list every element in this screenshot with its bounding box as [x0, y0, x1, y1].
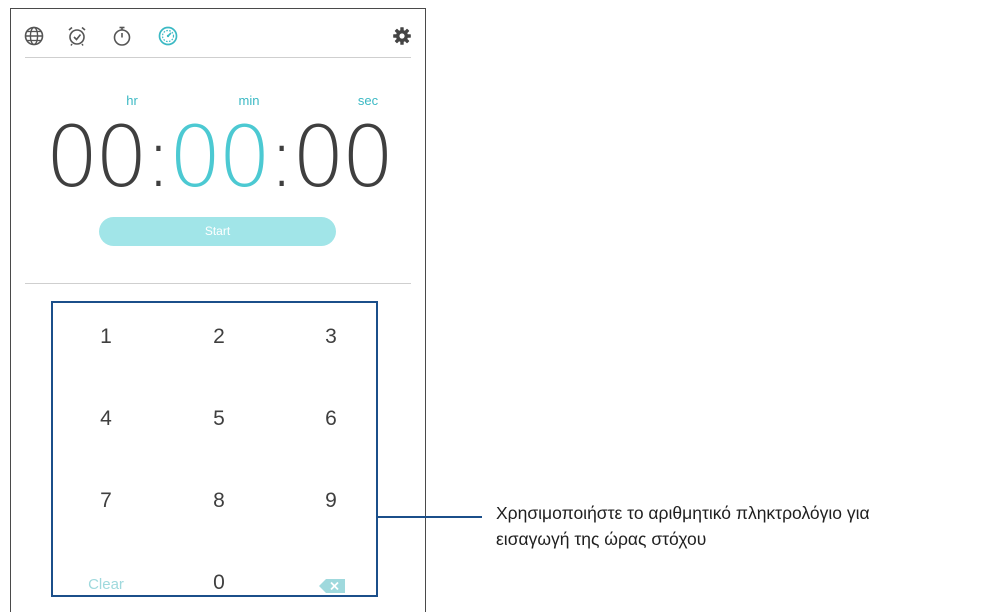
alarm-clock-icon[interactable]	[66, 25, 88, 47]
key-5[interactable]: 5	[179, 399, 259, 439]
key-0[interactable]: 0	[179, 563, 259, 603]
backspace-icon[interactable]	[319, 579, 345, 593]
timer-display: 00:00:00	[11, 97, 425, 217]
key-2[interactable]: 2	[179, 317, 259, 357]
key-8[interactable]: 8	[179, 481, 259, 521]
key-1[interactable]: 1	[66, 317, 146, 357]
key-7[interactable]: 7	[66, 481, 146, 521]
stopwatch-icon[interactable]	[111, 25, 133, 47]
header-divider	[25, 57, 411, 58]
time-separator: :	[144, 108, 172, 206]
globe-icon[interactable]	[23, 25, 45, 47]
keypad-divider	[25, 283, 411, 284]
key-6[interactable]: 6	[291, 399, 371, 439]
minutes-value[interactable]: 00	[169, 108, 272, 206]
key-3[interactable]: 3	[291, 317, 371, 357]
key-4[interactable]: 4	[66, 399, 146, 439]
seconds-value[interactable]: 00	[292, 108, 395, 206]
callout-line	[378, 516, 482, 518]
callout-annotation: Χρησιμοποιήστε το αριθμητικό πληκτρολόγι…	[496, 500, 986, 552]
time-separator: :	[267, 108, 295, 206]
clear-button[interactable]: Clear	[66, 565, 146, 605]
key-9[interactable]: 9	[291, 481, 371, 521]
phone-screen: hr min sec 00:00:00 Start 1 2 3 4 5 6 7 …	[10, 8, 426, 612]
start-button[interactable]: Start	[99, 217, 336, 246]
numeric-keypad: 1 2 3 4 5 6 7 8 9 Clear 0	[51, 301, 378, 597]
callout-line-2: εισαγωγή της ώρας στόχου	[496, 529, 707, 549]
hours-value[interactable]: 00	[45, 108, 148, 206]
timer-icon[interactable]	[157, 25, 179, 47]
callout-line-1: Χρησιμοποιήστε το αριθμητικό πληκτρολόγι…	[496, 503, 870, 523]
gear-icon[interactable]	[391, 25, 413, 47]
